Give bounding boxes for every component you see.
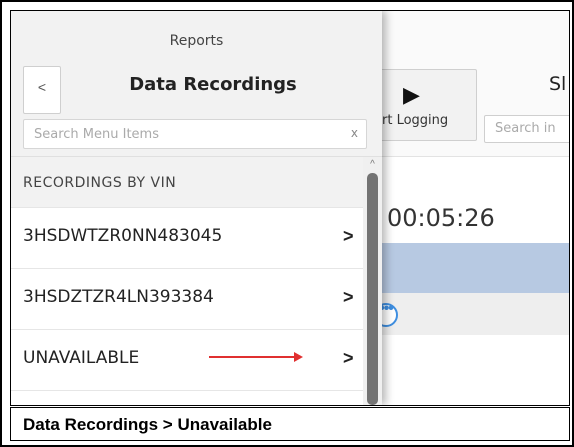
figure-frame: ▶ rt Logging Sl Search in 00:05:26 ••• R…: [0, 0, 574, 447]
scrollbar-thumb[interactable]: [367, 173, 378, 405]
toolbar-heading: Sl: [549, 73, 567, 95]
clear-search-button[interactable]: x: [351, 126, 358, 140]
list-item-label: 3HSDWTZR0NN483045: [23, 226, 223, 246]
chevron-left-icon: <: [37, 79, 47, 95]
caption-text: Data Recordings > Unavailable: [23, 415, 272, 434]
screenshot: ▶ rt Logging Sl Search in 00:05:26 ••• R…: [10, 10, 570, 406]
section-header: RECORDINGS BY VIN: [11, 157, 363, 208]
chevron-right-icon: >: [343, 287, 354, 307]
menu-drawer: Reports < Data Recordings x RECORDINGS B…: [11, 11, 382, 405]
caption-box: Data Recordings > Unavailable: [10, 407, 570, 441]
menu-search-field[interactable]: x: [23, 119, 367, 149]
list-item-label: 3HSDZTZR4LN393384: [23, 287, 214, 307]
annotation-arrow: [209, 352, 303, 362]
start-logging-button[interactable]: ▶ rt Logging: [379, 69, 477, 141]
breadcrumb[interactable]: Reports: [11, 33, 382, 49]
drawer-header: Reports < Data Recordings x: [11, 11, 382, 157]
toolbar-search-placeholder: Search in: [495, 121, 556, 136]
chevron-right-icon: >: [343, 226, 354, 246]
scroll-up-icon[interactable]: ^: [363, 159, 382, 170]
scrollbar[interactable]: ^: [363, 157, 382, 405]
list-item-unavailable[interactable]: UNAVAILABLE >: [11, 330, 363, 391]
elapsed-timer: 00:05:26: [387, 204, 495, 232]
menu-search-input[interactable]: [32, 123, 336, 145]
start-logging-label: rt Logging: [382, 113, 449, 128]
back-button[interactable]: <: [23, 66, 61, 114]
section-header-label: RECORDINGS BY VIN: [23, 175, 177, 191]
toolbar-search-input[interactable]: Search in: [484, 115, 569, 143]
list-item-label: UNAVAILABLE: [23, 348, 140, 368]
play-icon: ▶: [403, 82, 420, 107]
chevron-right-icon: >: [343, 348, 354, 368]
list-item-vin-2[interactable]: 3HSDZTZR4LN393384 >: [11, 269, 363, 330]
list-item-vin-1[interactable]: 3HSDWTZR0NN483045 >: [11, 208, 363, 269]
drawer-title: Data Recordings: [129, 74, 297, 95]
